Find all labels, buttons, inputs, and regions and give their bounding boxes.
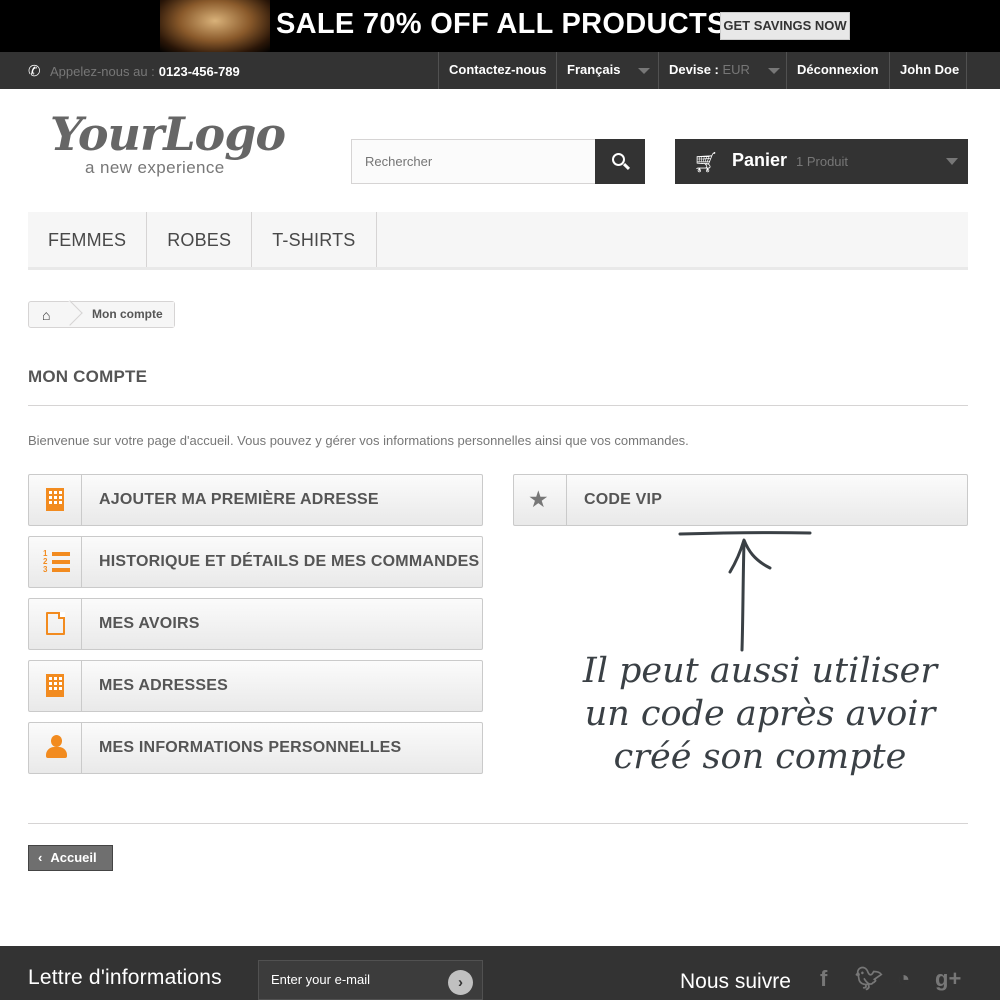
phone-number: 0123-456-789 [158,64,240,79]
order-history-button[interactable]: 1 2 3 HISTORIQUE ET DÉTAILS DE MES COMMA… [28,536,483,588]
star-icon: ★ [528,486,549,512]
acc-icon-box: ★ [514,475,567,525]
menu-item-robes[interactable]: ROBES [147,212,253,267]
logo-tagline: a new experience [85,158,225,177]
phone-prefix: Appelez-nous au : [50,64,155,79]
top-nav-links: Contactez-nous Français Devise : EUR Déc… [438,52,967,89]
personal-info-label: MES INFORMATIONS PERSONNELLES [99,739,402,756]
search-button[interactable] [595,139,645,184]
language-value: Français [567,62,621,77]
phone-info: ✆ Appelez-nous au :0123-456-789 [28,62,240,80]
acc-icon-box [29,475,82,525]
rss-icon[interactable]: ◔ [897,966,910,992]
chevron-down-icon [946,158,958,165]
phone-icon: ✆ [28,63,41,80]
newsletter-title: Lettre d'informations [28,966,222,989]
annotation-line: Il peut aussi utiliser [582,651,938,691]
credit-slips-label: MES AVOIRS [99,615,200,632]
twitter-icon[interactable]: 🐦︎ [855,966,883,992]
annotation-line: un code après avoir [584,694,936,734]
building-icon [46,674,64,697]
user-account-link[interactable]: John Doe [889,52,967,89]
page-title: MON COMPTE [28,367,968,406]
ordered-list-icon: 1 2 3 [43,550,71,574]
chevron-right-icon: › [458,974,463,991]
search-input[interactable] [351,139,596,184]
personal-info-button[interactable]: MES INFORMATIONS PERSONNELLES [28,722,483,774]
divider [28,823,968,824]
contact-link[interactable]: Contactez-nous [438,52,556,89]
logout-link[interactable]: Déconnexion [786,52,889,89]
acc-icon-box [29,723,82,773]
currency-value: EUR [722,62,750,77]
breadcrumb: ⌂ Mon compte [28,300,175,328]
promo-model-image [160,0,270,52]
annotation-line: créé son compte [613,737,907,777]
promo-text: SALE 70% OFF ALL PRODUCTS [276,8,727,40]
annotation-note: Il peut aussi utiliser un code après avo… [575,650,945,779]
home-button[interactable]: ‹ Accueil [28,845,113,871]
order-history-label: HISTORIQUE ET DÉTAILS DE MES COMMANDES [99,553,480,570]
cart-count: 1 Produit [796,154,849,169]
site-logo[interactable]: YourLogo a new experience [50,108,290,180]
acc-icon-box: 1 2 3 [29,537,82,587]
building-icon [46,488,64,511]
chevron-left-icon: ‹ [38,850,43,865]
addresses-button[interactable]: MES ADRESSES [28,660,483,712]
add-address-label: AJOUTER MA PREMIÈRE ADRESSE [99,491,379,508]
chevron-down-icon [767,67,780,74]
home-icon: ⌂ [42,307,51,323]
facebook-icon[interactable]: f [820,966,827,992]
vip-code-label: CODE VIP [584,491,663,508]
cart-icon: 🛒︎ [693,152,719,174]
footer: Lettre d'informations Enter your e-mail … [0,946,1000,1000]
language-selector[interactable]: Français [556,52,658,89]
add-address-button[interactable]: AJOUTER MA PREMIÈRE ADRESSE [28,474,483,526]
cart-button[interactable]: 🛒︎ Panier 1 Produit [675,139,968,184]
newsletter-submit-button[interactable]: › [448,970,473,995]
follow-title: Nous suivre [680,970,791,993]
promo-banner[interactable]: SALE 70% OFF ALL PRODUCTS GET SAVINGS NO… [0,0,1000,52]
menu-item-tshirts[interactable]: T-SHIRTS [252,212,377,267]
top-nav-bar: ✆ Appelez-nous au :0123-456-789 Contactez… [0,52,1000,89]
credit-slips-button[interactable]: MES AVOIRS [28,598,483,650]
user-icon [46,735,67,759]
acc-icon-box [29,599,82,649]
home-button-label: Accueil [50,850,97,865]
google-plus-icon[interactable]: g+ [935,966,961,992]
get-savings-button[interactable]: GET SAVINGS NOW [720,12,850,40]
menu-item-femmes[interactable]: FEMMES [28,212,148,267]
breadcrumb-home[interactable]: ⌂ [29,300,83,327]
breadcrumb-current: Mon compte [71,302,174,327]
welcome-text: Bienvenue sur votre page d'accueil. Vous… [28,433,689,448]
acc-icon-box [29,661,82,711]
main-menu: FEMMES ROBES T-SHIRTS [28,212,968,270]
annotation-arrow [678,531,812,652]
logo-main-text: YourLogo [50,107,286,161]
currency-selector[interactable]: Devise : EUR [658,52,786,89]
currency-label: Devise : [669,62,719,77]
document-icon [46,612,65,635]
addresses-label: MES ADRESSES [99,677,228,694]
vip-code-button[interactable]: ★ CODE VIP [513,474,968,526]
cart-label: Panier [732,150,788,170]
chevron-down-icon [638,67,651,74]
